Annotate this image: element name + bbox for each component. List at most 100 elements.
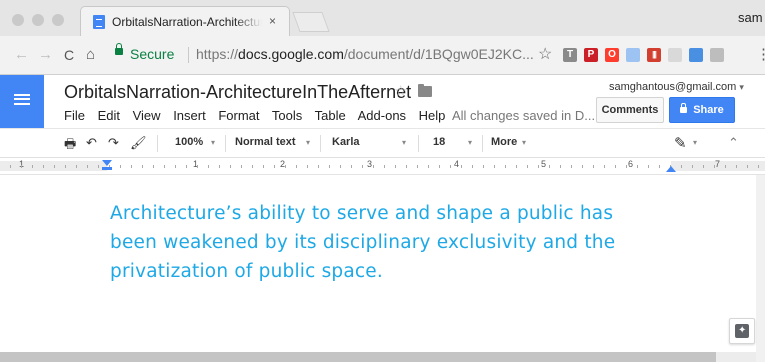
address-bar[interactable]: Secure https://docs.google.com/document/… [105,42,534,68]
ruler-tick [219,165,220,168]
menu-format[interactable]: Format [218,108,259,123]
ruler-tick [615,165,616,168]
ruler-tick [153,165,154,168]
ruler-tick [32,165,33,168]
ruler-tick [329,165,330,168]
forward-arrow-icon[interactable]: → [38,45,53,65]
docs-menu-bar: File Edit View Insert Format Tools Table… [64,108,454,123]
ruler-tick [472,165,473,168]
text-extension-icon[interactable]: T [563,48,577,62]
horizontal-scrollbar[interactable] [0,352,716,362]
pinterest-extension-icon[interactable]: P [584,48,598,62]
ruler-tick [604,165,605,168]
photo-extension-icon[interactable] [689,48,703,62]
style-caret-icon[interactable]: ▾ [306,138,310,147]
print-icon[interactable]: 🖶 [64,135,76,157]
tab-close-icon[interactable]: × [269,14,276,28]
menu-insert[interactable]: Insert [173,108,206,123]
ruler-tick [593,165,594,168]
ruler-tick [175,165,176,168]
font-size-select[interactable]: 18 [433,136,445,148]
ruler-tick [494,165,495,168]
ruler-tick [560,165,561,168]
comments-button[interactable]: Comments [596,97,664,123]
document-body-text[interactable]: Architecture’s ability to serve and shap… [110,199,670,286]
camera-extension-icon[interactable] [710,48,724,62]
menu-edit[interactable]: Edit [98,108,120,123]
share-lock-icon [680,103,688,113]
ruler-tick [307,165,308,168]
ruler[interactable]: 1 1 2 3 4 5 6 7 [0,158,765,175]
browser-toolbar: ← → C ⌂ Secure https://docs.google.com/d… [0,36,765,75]
back-arrow-icon[interactable]: ← [14,45,29,65]
paragraph-line[interactable]: been weakened by its disciplinary exclus… [110,228,670,257]
docs-extension-icon[interactable] [626,48,640,62]
ruler-tick [527,165,528,168]
browser-tab[interactable]: OrbitalsNarration-Architecture × [80,6,290,36]
editing-mode-pen-icon[interactable]: ✎ [674,134,687,152]
menu-view[interactable]: View [133,108,161,123]
docs-logo-icon[interactable] [0,75,44,128]
collapse-menus-icon[interactable]: ⌃ [728,135,739,151]
font-select[interactable]: Karla [332,136,360,148]
font-caret-icon[interactable]: ▾ [402,138,406,147]
editing-mode-caret-icon[interactable]: ▾ [693,138,697,147]
more-button[interactable]: More [491,136,517,148]
ruler-tick [714,165,715,168]
ruler-tick [648,165,649,168]
ruler-tick [208,165,209,168]
explore-button[interactable] [729,318,755,344]
share-button[interactable]: Share [669,97,735,123]
paragraph-line[interactable]: privatization of public space. [110,257,670,286]
ruler-number: 5 [541,159,547,169]
save-status[interactable]: All changes saved in D... [452,108,595,123]
secure-label: Secure [130,46,175,62]
font-size-caret-icon[interactable]: ▾ [468,138,472,147]
ruler-tick [571,165,572,168]
editing-toolbar: 🖶 ↶ ↷ 🖌 100% ▾ Normal text ▾ Karla ▾ 18 … [0,128,765,158]
left-indent-marker[interactable] [102,167,112,170]
right-indent-marker[interactable] [666,166,676,172]
ruler-tick [417,165,418,168]
ruler-tick [549,165,550,168]
reload-icon[interactable]: C [64,45,74,65]
ruler-tick [186,165,187,168]
ruler-tick [406,165,407,168]
minimize-window-dot[interactable] [32,14,44,26]
ruler-tick [43,165,44,168]
new-tab-button[interactable] [292,12,330,32]
paint-format-icon[interactable]: 🖌 [130,135,147,151]
maximize-window-dot[interactable] [52,14,64,26]
cloud-extension-icon[interactable] [668,48,682,62]
bookmark-star-icon[interactable]: ☆ [538,44,552,64]
document-page[interactable]: Architecture’s ability to serve and shap… [0,175,757,352]
first-line-indent-marker[interactable] [102,160,112,166]
profile-name[interactable]: sam [738,10,763,25]
zoom-caret-icon[interactable]: ▾ [211,138,215,147]
close-window-dot[interactable] [12,14,24,26]
menu-file[interactable]: File [64,108,85,123]
document-title[interactable]: OrbitalsNarration-ArchitectureInTheAfter… [64,82,411,103]
zoom-select[interactable]: 100% [175,136,203,148]
style-select[interactable]: Normal text [235,136,296,148]
redo-icon[interactable]: ↷ [108,135,119,151]
menu-tools[interactable]: Tools [272,108,302,123]
ruler-tick [65,165,66,168]
ruler-tick [725,165,726,168]
account-email[interactable]: samghantous@gmail.com ▾ [609,81,744,93]
url-text[interactable]: https://docs.google.com/document/d/1BQgw… [196,46,534,62]
browser-menu-icon[interactable]: ⋮ [756,45,765,63]
bars-extension-icon[interactable]: ||| [647,48,661,62]
more-caret-icon[interactable]: ▾ [522,138,526,147]
paragraph-line[interactable]: Architecture’s ability to serve and shap… [110,199,670,228]
folder-icon[interactable] [418,84,432,97]
vertical-scrollbar[interactable] [756,175,765,362]
menu-add-ons[interactable]: Add-ons [358,108,406,123]
opera-extension-icon[interactable]: O [605,48,619,62]
menu-table[interactable]: Table [315,108,346,123]
undo-icon[interactable]: ↶ [86,135,97,151]
star-document-icon[interactable]: ☆ [394,82,407,100]
ruler-tick [758,165,759,168]
menu-help[interactable]: Help [419,108,446,123]
home-icon[interactable]: ⌂ [86,45,95,65]
